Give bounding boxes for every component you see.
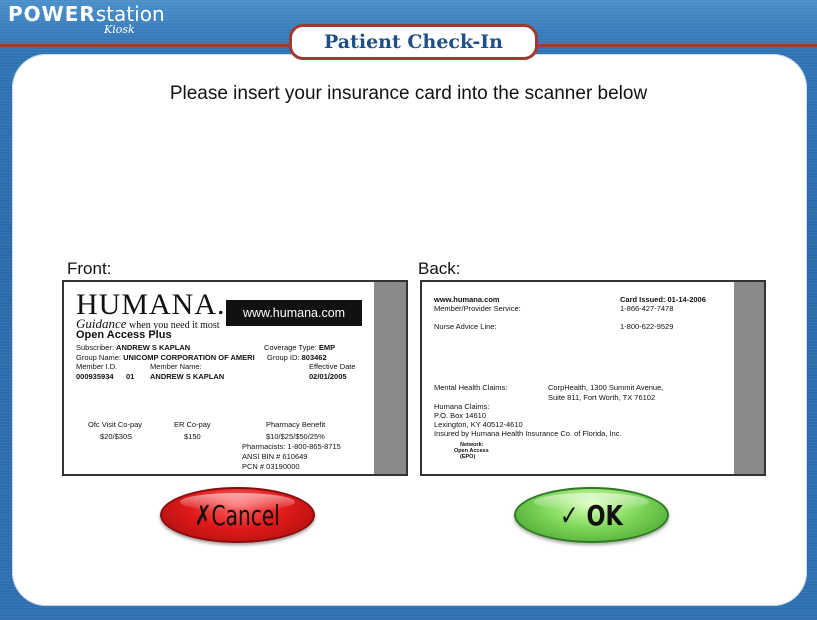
group-id-label: Group ID:: [267, 353, 300, 362]
member-service-label: Member/Provider Service:: [434, 304, 521, 313]
nurse-line-label: Nurse Advice Line:: [434, 322, 497, 331]
subscriber-label: Subscriber:: [76, 343, 114, 352]
ofc-copay-value: $20/$30S: [100, 432, 133, 441]
pharmacy-value: $10/$25/$50/25%: [266, 432, 325, 441]
group-name-row: Group Name: UNICOMP CORPORATION OF AMERI: [76, 353, 255, 362]
card-issued: Card Issued: 01-14-2006: [620, 295, 706, 304]
claims-label: Humana Claims:: [434, 402, 490, 411]
member-name-value: ANDREW S KAPLAN: [150, 372, 225, 381]
instruction-text: Please insert your insurance card into t…: [169, 83, 648, 104]
cancel-button[interactable]: ✗Cancel: [160, 487, 315, 543]
front-card-image: HUMANA. Guidance when you need it most w…: [62, 280, 408, 476]
claims-line2: Lexington, KY 40512-4610: [434, 420, 523, 429]
coverage-row: Coverage Type: EMP: [264, 343, 335, 352]
er-copay-label: ER Co-pay: [174, 420, 211, 429]
page-title: Patient Check-In: [324, 31, 503, 53]
er-copay-value: $150: [184, 432, 201, 441]
subscriber-row: Subscriber: ANDREW S KAPLAN: [76, 343, 190, 352]
effective-label: Effective Date: [309, 362, 356, 371]
scan-edge: [734, 282, 764, 474]
ok-button[interactable]: ✓ OK: [514, 487, 669, 543]
nurse-line-phone: 1-800-622-9529: [620, 322, 674, 331]
logo-power-text: POWER: [8, 2, 96, 26]
cancel-button-text: ✗Cancel: [195, 499, 280, 532]
ansi-bin: ANSI BIN # 610649: [242, 452, 308, 461]
coverage-value: EMP: [318, 343, 336, 352]
front-url: www.humana.com: [226, 300, 362, 326]
logo-kiosk-text: Kiosk: [104, 23, 135, 36]
group-name-value: UNICOMP CORPORATION OF AMERI: [123, 353, 255, 362]
scan-edge: [374, 282, 406, 474]
ok-button-label: OK: [586, 498, 623, 532]
member-id-value: 000935934: [76, 372, 114, 381]
coverage-label: Coverage Type:: [264, 343, 317, 352]
back-card-image: www.humana.com Card Issued: 01-14-2006 M…: [420, 280, 766, 476]
back-label: Back:: [418, 259, 461, 278]
pharmacists-phone: Pharmacists: 1-800-865-8715: [242, 442, 341, 451]
group-name-label: Group Name:: [76, 353, 122, 362]
claims-line1: P.O. Box 14610: [434, 411, 486, 420]
subscriber-value: ANDREW S KAPLAN: [116, 343, 191, 352]
ofc-copay-label: Ofc Visit Co-pay: [88, 420, 143, 429]
mental-health-line1: CorpHealth, 1300 Summit Avenue,: [548, 383, 664, 392]
back-website: www.humana.com: [434, 295, 500, 304]
member-service-phone: 1-866-427-7478: [620, 304, 674, 313]
member-name-label: Member Name:: [150, 362, 202, 371]
group-id-row: Group ID: 803462: [267, 353, 327, 362]
cancel-button-label: Cancel: [211, 498, 281, 532]
mental-health-label: Mental Health Claims:: [434, 383, 508, 392]
network-type: (EPO): [460, 454, 476, 460]
title-tab: Patient Check-In: [289, 24, 538, 60]
mental-health-line2: Suite 811, Fort Worth, TX 76102: [548, 393, 656, 402]
effective-date-value: 02/01/2005: [309, 372, 347, 381]
ok-button-text: ✓ OK: [560, 499, 623, 532]
checkmark-icon: ✓: [560, 498, 579, 532]
plan-name: Open Access Plus: [76, 329, 172, 341]
pharmacy-label: Pharmacy Benefit: [266, 420, 326, 429]
cancel-x-icon: ✗: [194, 498, 212, 532]
pcn-number: PCN # 03190000: [242, 462, 300, 471]
insured-by: Insured by Humana Health Insurance Co. o…: [434, 429, 622, 438]
front-label: Front:: [67, 259, 112, 278]
powerstation-logo: POWERstation Kiosk: [8, 2, 165, 35]
member-id-label: Member I.D.: [76, 362, 118, 371]
group-id-value: 803462: [301, 353, 327, 362]
member-suffix: 01: [126, 372, 135, 381]
